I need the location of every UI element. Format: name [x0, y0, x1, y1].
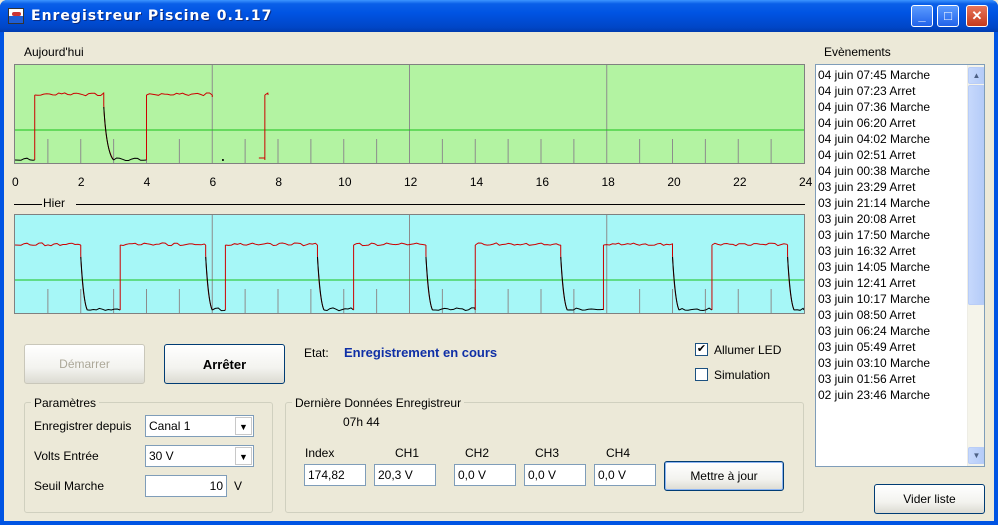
x-tick-label: 4	[143, 175, 151, 189]
start-button[interactable]: Démarrer	[24, 344, 145, 384]
event-list-item[interactable]: 03 juin 16:32 Arret	[816, 243, 968, 259]
ch2-field[interactable]: 0,0 V	[454, 464, 516, 486]
volts-select[interactable]: 30 V ▼	[145, 445, 254, 467]
source-label: Enregistrer depuis	[34, 419, 132, 433]
simulation-checkbox[interactable]	[695, 368, 708, 381]
x-tick-label: 8	[275, 175, 283, 189]
event-list-item[interactable]: 03 juin 01:56 Arret	[816, 371, 968, 387]
yesterday-chart-svg	[15, 215, 804, 313]
events-list[interactable]: 04 juin 07:45 Marche 04 juin 07:23 Arret 0…	[815, 64, 985, 467]
scroll-up-icon[interactable]: ▲	[968, 67, 984, 84]
event-list-item[interactable]: 04 juin 06:20 Arret	[816, 115, 968, 131]
header-ch2: CH2	[465, 446, 490, 460]
threshold-unit: V	[234, 479, 243, 493]
last-data-title: Dernière Données Enregistreur	[292, 396, 465, 410]
x-tick-label: 14	[469, 175, 484, 189]
chevron-down-icon[interactable]: ▼	[235, 447, 252, 465]
clear-list-button[interactable]: Vider liste	[874, 484, 985, 514]
event-list-item[interactable]: 04 juin 07:23 Arret	[816, 83, 968, 99]
stop-button[interactable]: Arrêter	[164, 344, 285, 384]
minimize-button[interactable]: _	[911, 5, 933, 27]
event-list-item[interactable]: 03 juin 23:29 Arret	[816, 179, 968, 195]
threshold-input[interactable]: 10	[145, 475, 227, 497]
event-list-item[interactable]: 04 juin 07:36 Marche	[816, 99, 968, 115]
event-list-item[interactable]: 03 juin 12:41 Arret	[816, 275, 968, 291]
x-tick-label: 22	[733, 175, 747, 189]
x-tick-label: 0	[12, 175, 19, 189]
title-bar[interactable]: Enregistreur Piscine 0.1.17 _ □ ✕	[0, 0, 998, 32]
maximize-button[interactable]: □	[937, 5, 959, 27]
last-record-time: 07h 44	[343, 415, 380, 429]
today-chart-svg	[15, 65, 804, 163]
scroll-down-icon[interactable]: ▼	[968, 447, 984, 464]
today-label: Aujourd'hui	[24, 45, 84, 59]
yesterday-chart	[14, 214, 805, 314]
status-value: Enregistrement en cours	[344, 345, 498, 360]
header-ch3: CH3	[535, 446, 560, 460]
hier-divider-left	[14, 204, 42, 205]
event-list-item[interactable]: 03 juin 21:14 Marche	[816, 195, 968, 211]
x-tick-label: 2	[77, 175, 85, 189]
event-list-item[interactable]: 03 juin 20:08 Arret	[816, 211, 968, 227]
event-list-item[interactable]: 04 juin 04:02 Marche	[816, 131, 968, 147]
x-tick-label: 20	[667, 175, 681, 189]
header-ch1: CH1	[395, 446, 420, 460]
source-select[interactable]: Canal 1 ▼	[145, 415, 254, 437]
event-list-item[interactable]: 04 juin 02:51 Arret	[816, 147, 968, 163]
volts-value: 30 V	[149, 449, 174, 463]
x-tick-label: 6	[209, 175, 217, 189]
x-tick-label: 12	[404, 175, 418, 189]
volts-label: Volts Entrée	[34, 449, 99, 463]
window-title: Enregistreur Piscine 0.1.17	[31, 8, 273, 24]
x-tick-label: 18	[601, 175, 615, 189]
x-tick-label: 16	[535, 175, 550, 189]
x-tick-label: 10	[338, 175, 352, 189]
threshold-label: Seuil Marche	[34, 479, 105, 493]
event-list-item[interactable]: 02 juin 23:46 Marche	[816, 387, 968, 403]
header-ch4: CH4	[606, 446, 631, 460]
event-list-item[interactable]: 03 juin 14:05 Marche	[816, 259, 968, 275]
led-checkbox[interactable]: ✔	[695, 343, 708, 356]
today-chart	[14, 64, 805, 164]
event-list-item[interactable]: 03 juin 05:49 Arret	[816, 339, 968, 355]
chevron-down-icon[interactable]: ▼	[235, 417, 252, 435]
event-list-item[interactable]: 03 juin 08:50 Arret	[816, 307, 968, 323]
ch4-field[interactable]: 0,0 V	[594, 464, 656, 486]
source-value: Canal 1	[149, 419, 191, 433]
close-button[interactable]: ✕	[966, 5, 988, 27]
yesterday-label: Hier	[43, 196, 66, 210]
x-tick-label: 24	[799, 175, 813, 189]
events-items: 04 juin 07:45 Marche 04 juin 07:23 Arret 0…	[816, 67, 968, 403]
event-list-item[interactable]: 03 juin 10:17 Marche	[816, 291, 968, 307]
led-label[interactable]: Allumer LED	[714, 343, 781, 357]
ch1-field[interactable]: 20,3 V	[374, 464, 436, 486]
events-scrollbar[interactable]: ▲ ▼	[967, 65, 984, 466]
events-label: Evènements	[824, 45, 891, 59]
status-label: Etat:	[304, 346, 329, 360]
header-index: Index	[305, 446, 335, 460]
event-list-item[interactable]: 03 juin 17:50 Marche	[816, 227, 968, 243]
event-list-item[interactable]: 03 juin 03:10 Marche	[816, 355, 968, 371]
index-field[interactable]: 174,82	[304, 464, 366, 486]
ch3-field[interactable]: 0,0 V	[524, 464, 586, 486]
event-list-item[interactable]: 03 juin 06:24 Marche	[816, 323, 968, 339]
event-list-item[interactable]: 04 juin 07:45 Marche	[816, 67, 968, 83]
scroll-thumb[interactable]	[968, 85, 984, 305]
event-list-item[interactable]: 04 juin 00:38 Marche	[816, 163, 968, 179]
parameters-title: Paramètres	[31, 396, 100, 410]
simulation-label[interactable]: Simulation	[714, 368, 770, 382]
update-button[interactable]: Mettre à jour	[664, 461, 784, 491]
pool-app-icon[interactable]	[8, 8, 24, 24]
hier-divider-right	[76, 204, 805, 205]
